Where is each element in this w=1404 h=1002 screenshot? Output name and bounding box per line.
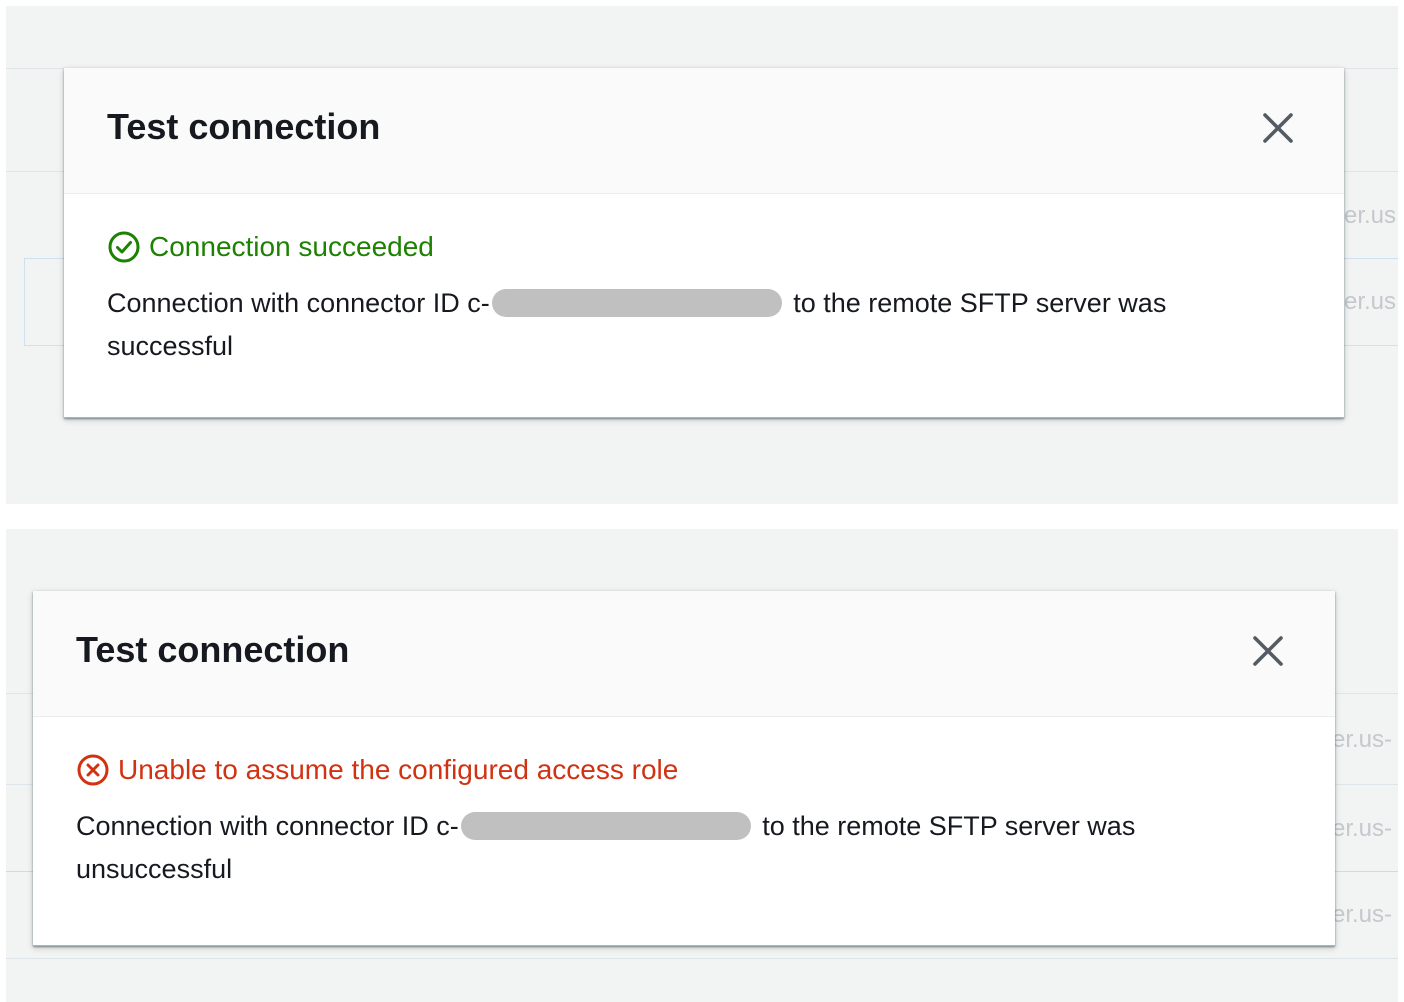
background-cell-text: er.us (1344, 288, 1397, 315)
status-text: Unable to assume the configured access r… (118, 754, 679, 785)
redacted-connector-id (491, 289, 782, 317)
status-indicator-success: Connection succeeded (107, 230, 434, 264)
background-cell-text: er.us- (1332, 815, 1393, 842)
message-prefix: Connection with connector ID c- (76, 811, 459, 841)
status-text: Connection succeeded (149, 231, 434, 262)
close-icon (1263, 113, 1293, 143)
background-cell-text: er.us- (1332, 901, 1393, 928)
background-cell-text: er.us- (1332, 726, 1393, 753)
message-prefix: Connection with connector ID c- (107, 288, 490, 318)
status-message: Connection with connector ID c- to the r… (107, 282, 1287, 368)
redacted-connector-id (460, 812, 751, 840)
dialog-title: Test connection (107, 106, 381, 147)
close-button[interactable] (1258, 108, 1298, 148)
background-panel-success: er.us er.us Test connection Connection s… (6, 6, 1398, 504)
background-cell-text: er.us (1344, 202, 1397, 229)
test-connection-dialog-success: Test connection Connection succeeded Con… (64, 68, 1344, 418)
background-row-divider (6, 958, 1398, 959)
status-indicator-error: Unable to assume the configured access r… (76, 753, 678, 787)
test-connection-dialog-error: Test connection Unable to assume the con… (33, 591, 1335, 946)
check-circle-icon (108, 231, 140, 263)
close-button[interactable] (1248, 631, 1288, 671)
dialog-header: Test connection (33, 591, 1335, 717)
background-panel-error: er.us- er.us- er.us- Test connection Una… (6, 529, 1398, 1002)
x-circle-icon (77, 754, 109, 786)
dialog-header: Test connection (64, 68, 1344, 194)
dialog-title: Test connection (76, 629, 350, 670)
status-message: Connection with connector ID c- to the r… (76, 805, 1256, 891)
close-icon (1253, 636, 1283, 666)
